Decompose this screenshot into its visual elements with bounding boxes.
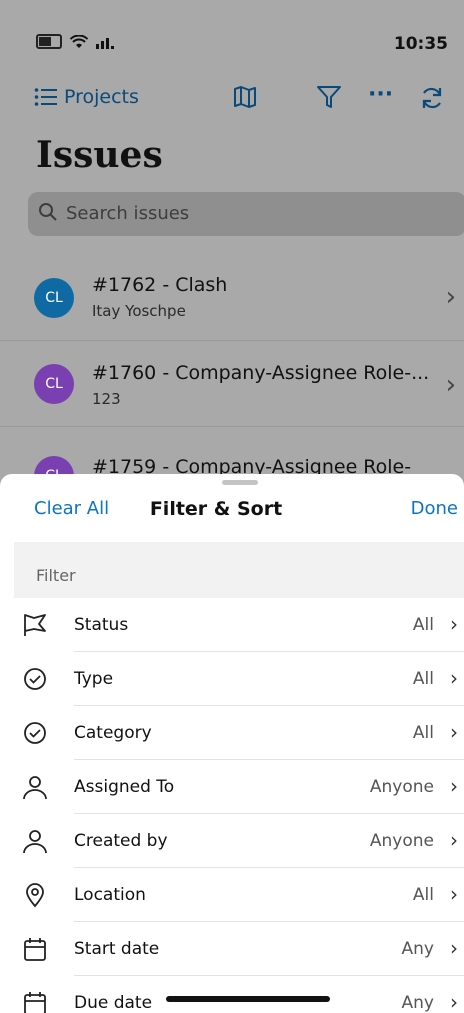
chevron-right-icon: ›: [450, 720, 458, 744]
status-time: 10:35: [393, 34, 448, 54]
search-placeholder: Search issues: [66, 203, 190, 224]
issue-title: #1760 - Company-Assignee Role-...: [92, 362, 430, 384]
filter-value: All: [412, 885, 434, 905]
filter-row-location[interactable]: Location All ›: [14, 868, 464, 922]
chevron-right-icon: ›: [450, 936, 458, 960]
avatar: CL: [34, 364, 74, 404]
chevron-right-icon: ›: [450, 666, 458, 690]
avatar: CL: [34, 278, 74, 318]
done-button[interactable]: Done: [411, 498, 458, 519]
person-icon: [23, 776, 47, 800]
filter-row-type[interactable]: Type All ›: [14, 652, 464, 706]
filter-row-due-date[interactable]: Due date Any ›: [14, 976, 464, 1013]
filter-value: All: [412, 615, 434, 635]
chevron-right-icon: ›: [450, 774, 458, 798]
filter-sort-sheet: Clear All Filter & Sort Done Filter Stat…: [0, 474, 464, 1013]
filter-row-assigned-to[interactable]: Assigned To Anyone ›: [14, 760, 464, 814]
check-circle-icon: [24, 668, 46, 690]
signal-icon: [96, 37, 114, 49]
projects-button[interactable]: Projects: [34, 86, 139, 108]
issue-row[interactable]: CL #1760 - Company-Assignee Role-... 123…: [0, 342, 464, 427]
sheet-title: Filter & Sort: [149, 498, 283, 520]
projects-label: Projects: [64, 86, 139, 108]
filter-row-start-date[interactable]: Start date Any ›: [14, 922, 464, 976]
sync-icon[interactable]: [418, 84, 446, 112]
filter-label: Assigned To: [74, 777, 175, 797]
list-icon: [34, 88, 57, 106]
filter-label: Start date: [74, 939, 160, 959]
map-icon[interactable]: [232, 84, 258, 110]
flag-icon: [24, 614, 46, 636]
chevron-right-icon: ›: [450, 882, 458, 906]
filter-row-status[interactable]: Status All ›: [14, 598, 464, 652]
battery-icon: [36, 34, 62, 49]
calendar-icon: [24, 938, 46, 961]
calendar-icon: [24, 992, 46, 1013]
search-input[interactable]: Search issues: [28, 192, 464, 236]
filter-value: All: [412, 669, 434, 689]
more-button[interactable]: ···: [368, 82, 393, 107]
filter-label: Category: [74, 723, 152, 743]
filter-label: Status: [74, 615, 129, 635]
search-icon: [39, 203, 57, 221]
filter-section-header: Filter: [14, 542, 464, 598]
filter-section-label: Filter: [36, 566, 76, 585]
filter-label: Location: [74, 885, 146, 905]
filter-label: Type: [74, 669, 114, 689]
person-icon: [23, 830, 47, 854]
filter-icon[interactable]: [316, 84, 342, 110]
filter-value: Any: [401, 939, 434, 959]
wifi-icon: [70, 34, 88, 48]
filter-value: Any: [401, 993, 434, 1013]
chevron-right-icon: ›: [445, 282, 456, 312]
chevron-right-icon: ›: [450, 828, 458, 852]
location-pin-icon: [26, 883, 44, 908]
home-indicator[interactable]: [166, 996, 330, 1002]
status-icons: [36, 34, 118, 49]
filter-value: Anyone: [369, 777, 434, 797]
issue-title: #1762 - Clash: [92, 274, 228, 296]
filter-row-category[interactable]: Category All ›: [14, 706, 464, 760]
chevron-right-icon: ›: [450, 990, 458, 1013]
filter-value: All: [412, 723, 434, 743]
status-bar: 10:35: [0, 0, 464, 80]
chevron-right-icon: ›: [450, 612, 458, 636]
filter-label: Due date: [74, 993, 153, 1013]
filter-value: Anyone: [369, 831, 434, 851]
issue-subtitle: Itay Yoschpe: [92, 302, 186, 320]
issue-row[interactable]: CL #1762 - Clash Itay Yoschpe ›: [0, 256, 464, 341]
sheet-header: Clear All Filter & Sort Done: [0, 474, 464, 542]
check-circle-icon: [24, 722, 46, 744]
chevron-right-icon: ›: [445, 370, 456, 400]
filter-row-created-by[interactable]: Created by Anyone ›: [14, 814, 464, 868]
filter-label: Created by: [74, 831, 168, 851]
issue-subtitle: 123: [92, 390, 121, 408]
page-title: Issues: [36, 134, 163, 176]
